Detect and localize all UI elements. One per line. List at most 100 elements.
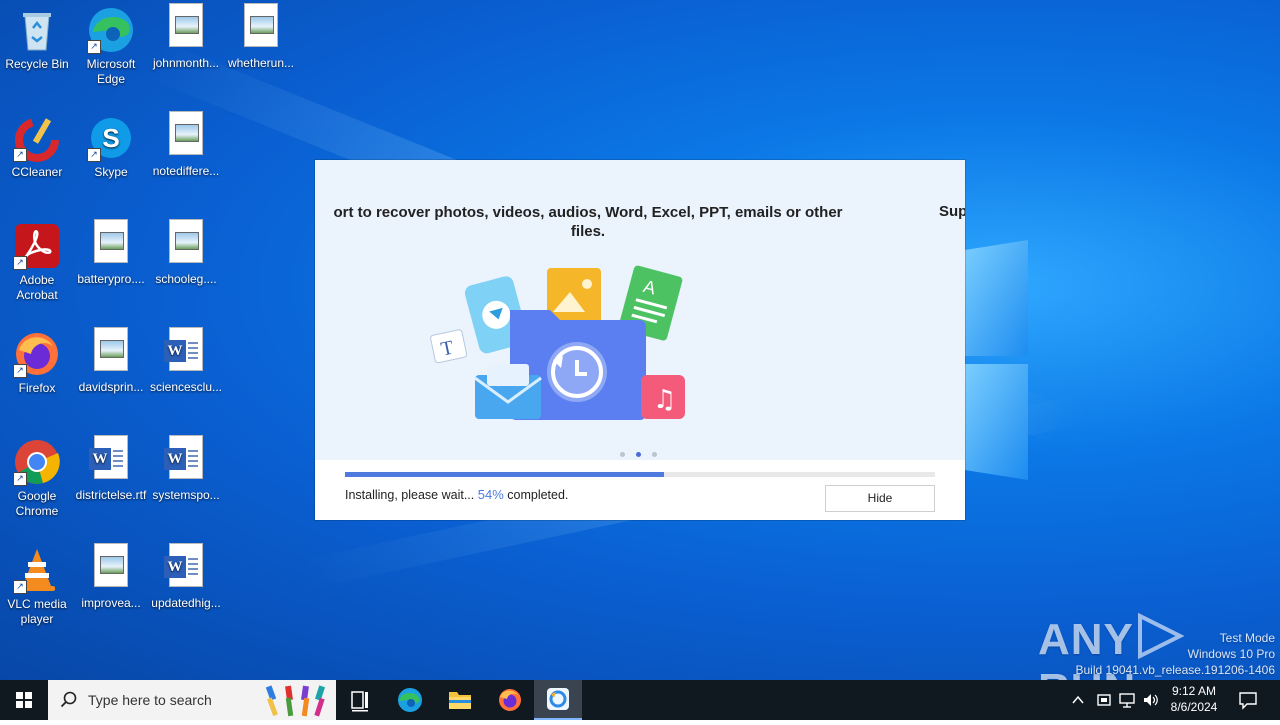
desktop-icon-label: Skype: [94, 165, 128, 179]
carousel-dot-active[interactable]: [636, 452, 641, 457]
desktop-icon-vlc[interactable]: ↗ VLC media player: [0, 540, 74, 627]
acrobat-icon: ↗: [13, 222, 61, 270]
word-document-icon: W: [164, 327, 203, 371]
shortcut-arrow-icon: ↗: [13, 256, 27, 270]
desktop-icon-file[interactable]: W sciencesclu...: [149, 324, 223, 395]
desktop-icon-adobe-acrobat[interactable]: ↗ Adobe Acrobat: [0, 216, 74, 303]
task-view-icon: [351, 691, 368, 712]
desktop-icon-firefox[interactable]: ↗ Firefox: [0, 324, 74, 396]
edge-icon: ↗: [87, 6, 135, 54]
file-explorer-icon: [449, 692, 471, 709]
watermark-test-mode: Test Mode: [1219, 631, 1275, 645]
desktop-icon-label: schooleg....: [155, 272, 217, 286]
edge-icon: [398, 688, 422, 712]
shortcut-arrow-icon: ↗: [87, 40, 101, 54]
image-file-icon: [169, 219, 203, 263]
desktop-icon-skype[interactable]: S ↗ Skype: [74, 108, 148, 180]
image-file-icon: [169, 111, 203, 155]
chrome-icon: ↗: [13, 438, 61, 486]
desktop-icon-label: CCleaner: [11, 165, 63, 179]
firefox-icon: [499, 689, 521, 711]
shortcut-arrow-icon: ↗: [13, 148, 27, 162]
desktop-icon-file[interactable]: W districtelse.rtf: [74, 432, 148, 503]
carousel-next-caption: Sup: [939, 203, 965, 220]
search-placeholder: Type here to search: [88, 692, 212, 708]
desktop-icon-label: Firefox: [18, 381, 56, 395]
security-center-icon[interactable]: [1095, 691, 1113, 709]
desktop-icon-label: updatedhig...: [151, 596, 221, 610]
task-view-button[interactable]: [336, 680, 384, 720]
desktop-icon-label: whetherun...: [227, 56, 295, 70]
desktop-icon-file[interactable]: batterypro....: [74, 216, 148, 287]
chevron-up-icon[interactable]: [1070, 692, 1086, 708]
desktop-icon-label: batterypro....: [77, 272, 145, 286]
watermark-build: Build 19041.vb_release.191206-1406: [1075, 663, 1276, 677]
status-percent: 54%: [477, 487, 504, 502]
feature-carousel: ort to recover photos, videos, audios, W…: [315, 160, 965, 460]
desktop-icon-label: districtelse.rtf: [75, 488, 147, 502]
taskbar-edge[interactable]: [386, 680, 434, 720]
clock-time: 9:12 AM: [1171, 684, 1217, 698]
volume-icon[interactable]: [1142, 691, 1160, 709]
search-icon: [60, 691, 77, 708]
desktop-icon-file[interactable]: notediffere...: [149, 108, 223, 179]
desktop-icon-label: VLC media player: [7, 597, 67, 626]
desktop-icon-file[interactable]: improvea...: [74, 540, 148, 611]
install-progress-bar: [345, 472, 935, 477]
status-prefix: Installing, please wait...: [345, 488, 475, 502]
hide-button[interactable]: Hide: [825, 485, 935, 512]
desktop-icon-file[interactable]: W systemspo...: [149, 432, 223, 503]
image-file-icon: [94, 219, 128, 263]
image-file-icon: [169, 3, 203, 47]
taskbar-installer-app-active[interactable]: [534, 680, 582, 720]
install-progress-fill: [345, 472, 664, 477]
install-status: Installing, please wait... 54% completed…: [345, 487, 568, 502]
desktop-icon-label: johnmonth...: [152, 56, 220, 70]
windows-build-watermark: Test Mode Windows 10 Pro Build 19041.vb_…: [1076, 630, 1276, 678]
word-document-icon: W: [89, 435, 128, 479]
installer-dialog: ort to recover photos, videos, audios, W…: [315, 160, 965, 520]
desktop-icon-label: davidsprin...: [78, 380, 144, 394]
action-center-icon[interactable]: [1238, 690, 1258, 710]
desktop-icon-recycle-bin[interactable]: Recycle Bin: [0, 0, 74, 72]
carousel-dot[interactable]: [652, 452, 657, 457]
paintbrushes-search-highlight-icon: [265, 685, 326, 717]
skype-icon: S ↗: [87, 114, 135, 162]
vlc-icon: ↗: [13, 546, 61, 594]
desktop-icon-label: improvea...: [81, 596, 141, 610]
svg-text:S: S: [102, 123, 119, 153]
desktop-icon-label: Recycle Bin: [5, 57, 69, 71]
carousel-dot[interactable]: [620, 452, 625, 457]
desktop-icon-file[interactable]: whetherun...: [224, 0, 298, 71]
desktop-icon-file[interactable]: W updatedhig...: [149, 540, 223, 611]
desktop: Recycle Bin ↗ Microsoft Edge johnmonth..…: [0, 0, 1280, 680]
status-suffix: completed.: [507, 488, 569, 502]
svg-text:♫: ♫: [653, 385, 676, 415]
clock-date: 8/6/2024: [1170, 700, 1218, 714]
shortcut-arrow-icon: ↗: [87, 148, 101, 162]
desktop-icon-ccleaner[interactable]: ↗ CCleaner: [0, 108, 74, 180]
file-recovery-illustration: A T ♫: [430, 265, 685, 420]
shortcut-arrow-icon: ↗: [13, 364, 27, 378]
installer-app-icon: [547, 688, 569, 710]
desktop-icon-file[interactable]: schooleg....: [149, 216, 223, 287]
shortcut-arrow-icon: ↗: [13, 472, 27, 486]
word-document-icon: W: [164, 435, 203, 479]
desktop-icon-label: notediffere...: [152, 164, 220, 178]
carousel-caption: ort to recover photos, videos, audios, W…: [333, 204, 843, 240]
firefox-icon: ↗: [13, 330, 61, 378]
desktop-icon-edge[interactable]: ↗ Microsoft Edge: [74, 0, 148, 87]
desktop-icon-file[interactable]: davidsprin...: [74, 324, 148, 395]
taskbar-clock[interactable]: 9:12 AM 8/6/2024: [1165, 684, 1223, 714]
taskbar-file-explorer[interactable]: [436, 680, 484, 720]
taskbar-search-box[interactable]: Type here to search: [48, 680, 336, 720]
desktop-icon-google-chrome[interactable]: ↗ Google Chrome: [0, 432, 74, 519]
taskbar: Type here to search 9:12 AM 8/6/2024: [0, 680, 1280, 720]
recycle-bin-icon: [13, 6, 61, 54]
network-icon[interactable]: [1118, 691, 1136, 709]
start-button[interactable]: [0, 680, 48, 720]
desktop-icon-file[interactable]: johnmonth...: [149, 0, 223, 71]
desktop-icon-label: Google Chrome: [15, 489, 59, 518]
image-file-icon: [244, 3, 278, 47]
taskbar-firefox[interactable]: [486, 680, 534, 720]
